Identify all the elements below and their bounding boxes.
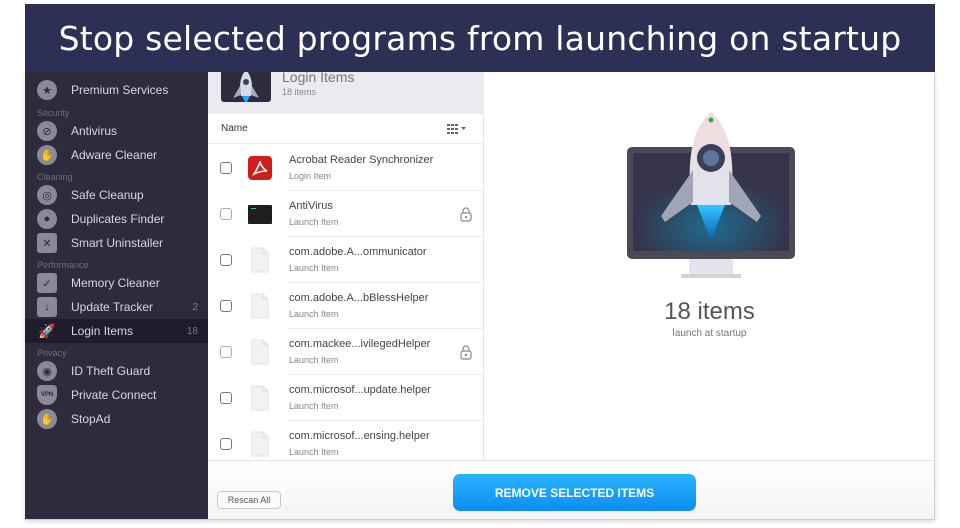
update-icon: ↓ xyxy=(37,297,57,317)
item-title: com.mackee...ivilegedHelper xyxy=(289,338,431,350)
antivirus-icon: ⊘ xyxy=(37,121,57,141)
sidebar-item-label: Adware Cleaner xyxy=(71,148,158,162)
remove-selected-items-button[interactable]: REMOVE SELECTED ITEMS xyxy=(453,474,696,511)
sidebar-item-label: Duplicates Finder xyxy=(71,212,165,226)
sidebar: ★ Premium Services Security ⊘ Antivirus … xyxy=(25,72,208,519)
rocket-monitor-illustration xyxy=(627,112,795,278)
file-icon xyxy=(247,293,273,319)
premium-icon: ★ xyxy=(37,80,57,100)
uninstaller-icon: ✕ xyxy=(37,233,57,253)
summary-panel: 18 items launch at startup xyxy=(484,72,934,460)
sidebar-item-duplicates-finder[interactable]: ● Duplicates Finder xyxy=(25,207,208,231)
file-icon xyxy=(247,247,273,273)
sidebar-item-antivirus[interactable]: ⊘ Antivirus xyxy=(25,119,208,143)
list-item[interactable]: com.microsof...update.helper Launch Item xyxy=(208,375,484,421)
sidebar-item-label: Private Connect xyxy=(71,388,157,402)
sidebar-item-memory-cleaner[interactable]: ✓ Memory Cleaner xyxy=(25,271,208,295)
stop-hand-icon: ✋ xyxy=(37,409,57,429)
sidebar-item-login-items[interactable]: 🚀 Login Items 18 xyxy=(25,319,208,343)
item-checkbox[interactable] xyxy=(220,254,232,266)
vpn-shield-icon: VPN xyxy=(37,385,57,405)
sidebar-item-adware-cleaner[interactable]: ✋ Adware Cleaner xyxy=(25,143,208,167)
item-checkbox[interactable] xyxy=(220,346,232,358)
file-icon xyxy=(247,431,273,457)
items-caption: launch at startup xyxy=(672,328,747,339)
sidebar-item-premium-services[interactable]: ★ Premium Services xyxy=(25,78,208,102)
sidebar-item-update-tracker[interactable]: ↓ Update Tracker 2 xyxy=(25,295,208,319)
lock-icon xyxy=(460,345,472,360)
sidebar-item-label: Premium Services xyxy=(71,83,169,97)
item-type: Launch Item xyxy=(289,401,339,411)
banner-title: Stop selected programs from launching on… xyxy=(25,4,935,72)
chip-icon: ✓ xyxy=(37,273,57,293)
item-type: Launch Item xyxy=(289,263,339,273)
file-icon xyxy=(247,339,273,365)
item-checkbox[interactable] xyxy=(220,162,232,174)
sidebar-item-label: Memory Cleaner xyxy=(71,276,160,290)
sidebar-item-label: Update Tracker xyxy=(71,300,154,314)
items-count: 18 items xyxy=(664,298,755,325)
item-title: com.microsof...ensing.helper xyxy=(289,430,430,442)
sidebar-item-label: Safe Cleanup xyxy=(71,188,144,202)
list-item[interactable]: Acrobat Reader Synchronizer Login Item xyxy=(208,145,484,191)
sidebar-item-label: Login Items xyxy=(71,324,134,338)
list-header: Login Items 18 items xyxy=(208,72,484,114)
login-items-thumbnail-icon xyxy=(221,72,271,102)
sidebar-item-private-connect[interactable]: VPN Private Connect xyxy=(25,383,208,407)
list-item[interactable]: com.mackee...ivilegedHelper Launch Item xyxy=(208,329,484,375)
footer-bar: Rescan All REMOVE SELECTED ITEMS xyxy=(208,460,934,519)
list-item[interactable]: com.adobe.A...bBlessHelper Launch Item xyxy=(208,283,484,329)
item-title: Acrobat Reader Synchronizer xyxy=(289,154,434,166)
section-performance: Performance xyxy=(37,260,89,270)
hand-icon: ✋ xyxy=(37,145,57,165)
sidebar-item-smart-uninstaller[interactable]: ✕ Smart Uninstaller xyxy=(25,231,208,255)
item-type: Launch Item xyxy=(289,217,339,227)
item-title: com.adobe.A...bBlessHelper xyxy=(289,292,429,304)
list-subtitle: 18 items xyxy=(282,87,317,97)
sidebar-item-label: ID Theft Guard xyxy=(71,364,151,378)
item-checkbox[interactable] xyxy=(220,392,232,404)
update-count-badge: 2 xyxy=(192,301,198,313)
fingerprint-icon: ◉ xyxy=(37,361,57,381)
login-items-list: Login Items 18 items Name Acrobat Reader… xyxy=(208,72,484,460)
cleanup-icon: ◎ xyxy=(37,185,57,205)
list-item[interactable]: com.adobe.A...ommunicator Launch Item xyxy=(208,237,484,283)
rocket-icon: 🚀 xyxy=(38,322,56,339)
column-header: Name xyxy=(208,114,484,144)
sidebar-item-label: Antivirus xyxy=(71,124,118,138)
section-cleaning: Cleaning xyxy=(37,172,73,182)
column-name[interactable]: Name xyxy=(221,123,248,134)
sidebar-item-label: Smart Uninstaller xyxy=(71,236,164,250)
item-title: com.microsof...update.helper xyxy=(289,384,431,396)
item-type: Launch Item xyxy=(289,355,339,365)
item-type: Login Item xyxy=(289,171,332,181)
terminal-icon xyxy=(247,201,273,227)
list-title: Login Items xyxy=(282,72,355,85)
section-privacy: Privacy xyxy=(37,348,67,358)
sidebar-item-id-theft-guard[interactable]: ◉ ID Theft Guard xyxy=(25,359,208,383)
login-items-count-badge: 18 xyxy=(186,325,198,337)
file-icon xyxy=(247,385,273,411)
acrobat-icon xyxy=(247,155,273,181)
item-type: Launch Item xyxy=(289,309,339,319)
sidebar-item-safe-cleanup[interactable]: ◎ Safe Cleanup xyxy=(25,183,208,207)
item-checkbox[interactable] xyxy=(220,208,232,220)
lock-icon xyxy=(460,207,472,222)
app-window: ★ Premium Services Security ⊘ Antivirus … xyxy=(25,72,935,520)
section-security: Security xyxy=(37,108,70,118)
item-checkbox[interactable] xyxy=(220,438,232,450)
item-type: Launch Item xyxy=(289,447,339,457)
duplicates-icon: ● xyxy=(37,209,57,229)
item-checkbox[interactable] xyxy=(220,300,232,312)
sidebar-item-stopad[interactable]: ✋ StopAd xyxy=(25,407,208,431)
item-title: AntiVirus xyxy=(289,200,333,212)
sidebar-item-label: StopAd xyxy=(71,412,111,426)
item-title: com.adobe.A...ommunicator xyxy=(289,246,427,258)
list-item[interactable]: AntiVirus Launch Item xyxy=(208,191,484,237)
rescan-all-button[interactable]: Rescan All xyxy=(217,491,281,509)
grid-view-menu-icon[interactable] xyxy=(446,122,470,136)
